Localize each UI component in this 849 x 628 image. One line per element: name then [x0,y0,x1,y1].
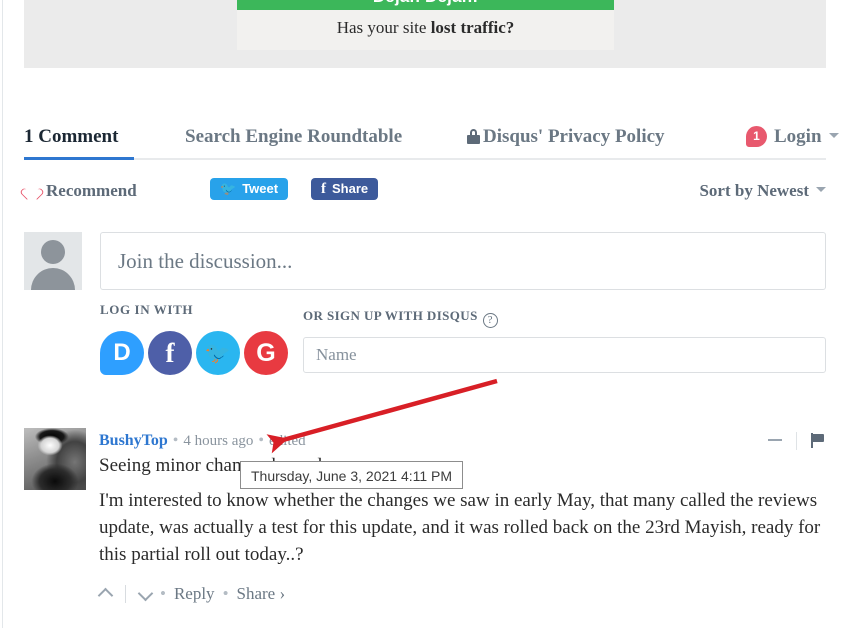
comment-action-bar: • Reply • Share › [99,582,285,606]
social-login-row: D f 🐦 G [100,331,290,375]
share-label: Share [332,181,369,196]
comment-author-name[interactable]: BushyTop [99,432,168,449]
nav-active-indicator [24,157,134,160]
tweet-button[interactable]: 🐦 Tweet [210,178,289,200]
privacy-policy-label: Disqus' Privacy Policy [483,126,665,147]
facebook-f-icon: f [321,181,326,197]
user-photo-avatar [24,428,86,490]
comment-header: BushyTop • 4 hours ago • edited [99,431,306,451]
question-mark-icon[interactable]: ? [482,313,498,328]
upvote-arrow-icon[interactable] [99,587,112,600]
login-notification-badge: 1 [746,126,767,147]
chevron-down-icon [816,187,826,192]
action-separator-2: • [222,584,229,603]
comment-author-avatar[interactable] [24,428,86,490]
lock-icon [467,129,480,144]
google-login-icon[interactable]: G [244,331,288,375]
login-with-label: LOG IN WITH [100,302,194,317]
default-avatar-icon [41,240,65,264]
comment-tools [768,432,825,452]
disqus-login-icon[interactable]: D [100,331,144,375]
meta-separator-2: • [258,432,265,449]
twitter-bird-icon: 🐦 [220,182,237,197]
sort-label: Sort by Newest [699,181,809,200]
recommend-button[interactable]: Recommend [24,178,137,204]
comment-timestamp[interactable]: 4 hours ago [183,433,253,449]
timestamp-tooltip: Thursday, June 3, 2021 4:11 PM [240,461,464,489]
comment-edited-badge: edited [269,433,306,449]
login-menu[interactable]: 1 Login [746,122,839,152]
tab-privacy-policy[interactable]: Disqus' Privacy Policy [467,122,665,152]
nav-underline [24,158,826,160]
tab-comments[interactable]: 1 Comment [24,122,118,152]
action-separator: • [160,584,166,603]
disqus-toolbar: Recommend 🐦 Tweet f Share Sort by Newest [24,178,826,210]
meta-separator: • [172,432,179,449]
collapse-minus-icon[interactable] [768,439,782,441]
composer-avatar [24,232,82,290]
sort-dropdown[interactable]: Sort by Newest [699,178,826,204]
tab-site-name[interactable]: Search Engine Roundtable [185,122,402,152]
comment-paragraph: I'm interested to know whether the chang… [99,490,821,565]
comment-input-box[interactable]: Join the discussion... [100,232,826,290]
flag-icon[interactable] [811,433,825,448]
recommend-label: Recommend [46,181,137,200]
reply-button[interactable]: Reply [174,584,215,603]
downvote-arrow-icon[interactable] [139,587,152,600]
composer-placeholder: Join the discussion... [118,249,293,273]
twitter-login-icon[interactable]: 🐦 [196,331,240,375]
signup-with-disqus-label: OR SIGN UP WITH DISQUS? [303,308,498,328]
chevron-down-icon [828,133,839,138]
tools-divider [796,432,797,450]
facebook-login-icon[interactable]: f [148,331,192,375]
facebook-share-button[interactable]: f Share [311,178,379,200]
login-label: Login [774,126,822,147]
name-input[interactable] [303,337,826,373]
disqus-comment-widget: 1 Comment Search Engine Roundtable Disqu… [0,0,849,628]
tweet-label: Tweet [242,181,279,196]
heart-icon [24,183,40,198]
disqus-nav-bar: 1 Comment Search Engine Roundtable Disqu… [24,122,839,160]
comment-share-button[interactable]: Share › [237,584,286,603]
signup-label-text: OR SIGN UP WITH DISQUS [303,308,478,323]
vote-divider [125,585,126,603]
